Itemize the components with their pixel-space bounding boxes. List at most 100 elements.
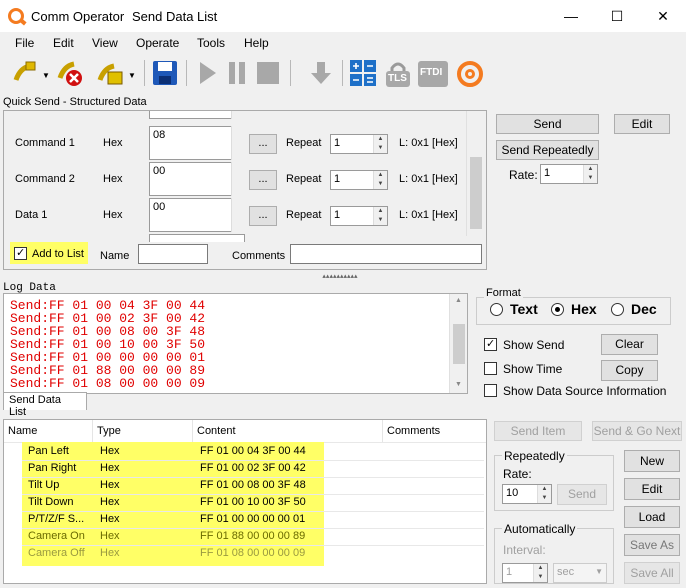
save-all-button[interactable]: Save All	[624, 562, 680, 584]
spin-arrows-icon[interactable]: ▲ ▼	[533, 564, 547, 582]
table-row-name[interactable]: P/T/Z/F S...	[28, 511, 84, 528]
connection-settings-plug-icon[interactable]	[96, 58, 126, 88]
hex-field-scrollbar[interactable]	[231, 111, 245, 119]
hex-value-field-partial[interactable]	[149, 234, 245, 242]
table-row-name[interactable]: Tilt Down	[28, 494, 73, 511]
save-floppy-icon[interactable]	[150, 58, 180, 88]
menu-operate[interactable]: Operate	[136, 36, 179, 50]
menu-file[interactable]: File	[15, 36, 34, 50]
column-header-type[interactable]: Type	[93, 420, 193, 442]
field-type-command-2: Hex	[103, 173, 123, 185]
interval-stepper[interactable]: 1 ▲ ▼	[502, 563, 548, 583]
comments-input[interactable]	[290, 244, 482, 264]
list-rate-label: Rate:	[503, 467, 532, 481]
minimize-button[interactable]: —	[548, 0, 594, 32]
save-as-button[interactable]: Save As	[624, 534, 680, 556]
column-header-comments[interactable]: Comments	[383, 420, 486, 442]
scroll-up-icon[interactable]: ▲	[455, 297, 462, 304]
table-row-name[interactable]: Camera Off	[28, 545, 85, 562]
stop-icon[interactable]	[252, 58, 282, 88]
interval-unit-select[interactable]: sec ▼	[553, 563, 607, 583]
download-arrow-down-icon[interactable]	[306, 58, 336, 88]
maximize-button[interactable]: ☐	[594, 0, 640, 32]
send-and-go-next-button[interactable]: Send & Go Next	[592, 421, 682, 441]
column-header-content[interactable]: Content	[193, 420, 383, 442]
interval-unit-value: sec	[557, 566, 575, 578]
connect-plug-icon[interactable]	[10, 58, 40, 88]
connect-dropdown-chevron-down-icon[interactable]: ▼	[42, 71, 50, 80]
repeat-stepper-command-2[interactable]: 1 ▲ ▼	[330, 170, 388, 190]
list-rate-stepper[interactable]: 10 ▲ ▼	[502, 484, 552, 504]
settings-dropdown-chevron-down-icon[interactable]: ▼	[128, 71, 136, 80]
spin-arrows-icon[interactable]: ▲ ▼	[373, 171, 387, 189]
spin-arrows-icon[interactable]: ▲ ▼	[537, 485, 551, 503]
list-rate-value: 10	[506, 487, 519, 499]
play-icon[interactable]	[192, 58, 222, 88]
calculator-icon[interactable]	[348, 58, 378, 88]
menu-view[interactable]: View	[92, 36, 118, 50]
field-label-command-2: Command 2	[15, 173, 75, 185]
browse-button-data-1[interactable]: ...	[249, 206, 277, 226]
edit-button[interactable]: Edit	[614, 114, 670, 134]
scrollbar-thumb[interactable]	[470, 157, 482, 229]
field-type-data-1: Hex	[103, 209, 123, 221]
table-row-name[interactable]: Pan Left	[28, 443, 69, 460]
name-input[interactable]	[138, 244, 208, 264]
table-row-content: FF 01 00 02 3F 00 42	[200, 462, 306, 474]
add-to-list-checkbox[interactable]	[14, 246, 27, 260]
rate-value: 1	[544, 167, 551, 179]
send-button[interactable]: Send	[496, 114, 599, 134]
quick-send-scrollbar[interactable]	[466, 111, 484, 236]
rate-stepper[interactable]: 1 ▲ ▼	[540, 164, 598, 184]
scroll-down-icon[interactable]: ▼	[455, 381, 462, 388]
close-button[interactable]: ✕	[640, 0, 686, 32]
table-row-content: FF 01 00 08 00 3F 48	[200, 479, 306, 491]
list-send-button[interactable]: Send	[557, 484, 607, 505]
menu-help[interactable]: Help	[244, 36, 269, 50]
list-edit-button[interactable]: Edit	[624, 478, 680, 500]
spin-arrows-icon[interactable]: ▲ ▼	[373, 207, 387, 225]
hex-field-scrollbar[interactable]	[231, 162, 245, 196]
copy-button[interactable]: Copy	[601, 360, 658, 381]
send-repeatedly-button[interactable]: Send Repeatedly	[496, 140, 599, 160]
show-time-checkbox[interactable]	[484, 362, 497, 375]
clear-button[interactable]: Clear	[601, 334, 658, 355]
repeat-stepper-data-1[interactable]: 1 ▲ ▼	[330, 206, 388, 226]
format-radio-text[interactable]	[490, 303, 503, 316]
new-button[interactable]: New	[624, 450, 680, 472]
pause-icon[interactable]	[222, 58, 252, 88]
show-send-checkbox[interactable]	[484, 337, 497, 351]
panel-splitter-handle[interactable]: ▴▴▴▴▴▴▴▴▴▴	[290, 273, 390, 280]
table-row-name[interactable]: Camera On	[28, 528, 85, 545]
menu-edit[interactable]: Edit	[53, 36, 74, 50]
browse-button-command-2[interactable]: ...	[249, 170, 277, 190]
column-header-name[interactable]: Name	[4, 420, 93, 442]
spin-arrows-icon[interactable]: ▲ ▼	[373, 135, 387, 153]
table-row-type: Hex	[100, 530, 120, 542]
format-radio-dec[interactable]	[611, 303, 624, 316]
table-row-content: FF 01 00 04 3F 00 44	[200, 445, 306, 457]
tls-lock-icon[interactable]: TLS	[383, 60, 413, 88]
hex-field-scrollbar[interactable]	[231, 126, 245, 160]
repeat-stepper-command-1[interactable]: 1 ▲ ▼	[330, 134, 388, 154]
table-row-name[interactable]: Tilt Up	[28, 477, 59, 494]
ftdi-chip-icon[interactable]: FTDI	[418, 61, 448, 87]
scrollbar-thumb[interactable]	[453, 324, 465, 364]
disconnect-plug-icon[interactable]	[56, 58, 86, 88]
hex-field-scrollbar[interactable]	[231, 198, 245, 232]
load-button[interactable]: Load	[624, 506, 680, 528]
format-radio-hex[interactable]	[551, 303, 564, 316]
browse-button-command-1[interactable]: ...	[249, 134, 277, 154]
table-row-type: Hex	[100, 462, 120, 474]
spin-arrows-icon[interactable]: ▲ ▼	[583, 165, 597, 183]
menu-tools[interactable]: Tools	[197, 36, 225, 50]
table-row-name[interactable]: Pan Right	[28, 460, 76, 477]
send-item-button[interactable]: Send Item	[494, 421, 582, 441]
tab-send-data-list[interactable]: Send Data List	[3, 392, 87, 418]
log-data-output[interactable]: Send:FF 01 00 04 3F 00 44 Send:FF 01 00 …	[3, 293, 468, 394]
title-bar[interactable]: Comm Operator Send Data List — ☐ ✕	[0, 0, 686, 32]
show-data-source-checkbox[interactable]	[484, 384, 497, 397]
rate-label: Rate:	[509, 168, 538, 182]
log-scrollbar[interactable]: ▲ ▼	[449, 294, 467, 393]
about-logo-icon[interactable]	[457, 61, 483, 87]
